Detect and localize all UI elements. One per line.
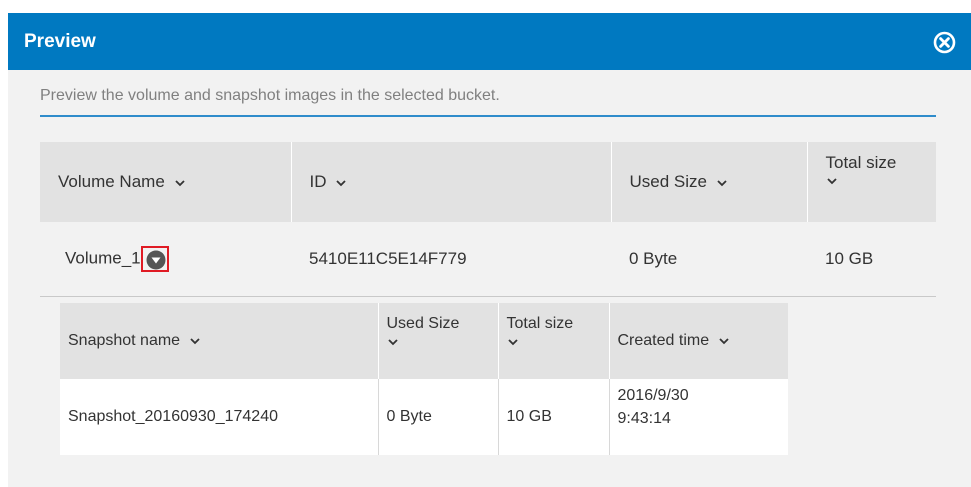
created-date: 2016/9/30 <box>617 387 689 404</box>
chevron-down-icon <box>718 338 729 345</box>
snapshot-table: Snapshot name Used Size Total size Creat… <box>60 303 788 455</box>
chevron-down-icon <box>189 338 200 345</box>
chevron-down-icon <box>507 339 518 346</box>
column-header-created-time[interactable]: Created time <box>609 303 788 379</box>
volume-name-cell: Volume_1 <box>40 222 291 297</box>
volume-id-cell: 5410E11C5E14F779 <box>291 222 611 297</box>
table-row[interactable]: Volume_1 5410E11C5E14F779 0 Byte 10 GB <box>40 222 936 297</box>
column-header-label: Created time <box>617 332 710 349</box>
snapshot-name-cell: Snapshot_20160930_174240 <box>60 379 379 455</box>
column-header-total-size[interactable]: Total size <box>498 303 610 379</box>
description-text: Preview the volume and snapshot images i… <box>40 87 500 104</box>
snapshot-total-size-cell: 10 GB <box>498 379 610 455</box>
volume-table: Volume Name ID Used Size Total size Volu… <box>40 142 936 297</box>
column-header-label: Used Size <box>386 315 460 332</box>
column-header-total-size[interactable]: Total size <box>807 142 936 222</box>
column-header-id[interactable]: ID <box>291 142 612 222</box>
volume-used-size-cell: 0 Byte <box>611 222 807 297</box>
chevron-down-icon <box>826 178 837 185</box>
column-header-label: Volume Name <box>58 172 165 191</box>
column-header-label: ID <box>309 172 327 191</box>
column-header-used-size[interactable]: Used Size <box>378 303 499 379</box>
chevron-down-icon <box>717 179 727 186</box>
column-header-used-size[interactable]: Used Size <box>611 142 808 222</box>
volume-name: Volume_1 <box>65 248 141 268</box>
volume-total-size-cell: 10 GB <box>807 222 936 297</box>
created-clock-time: 9:43:14 <box>617 410 671 427</box>
column-header-label: Total size <box>506 315 574 332</box>
column-header-label: Total size <box>825 153 897 172</box>
chevron-down-icon <box>174 179 185 186</box>
close-icon[interactable] <box>933 31 956 54</box>
expand-row-button[interactable] <box>140 245 169 272</box>
chevron-down-icon <box>336 179 346 186</box>
expand-down-circle-icon <box>146 250 166 270</box>
dialog-description: Preview the volume and snapshot images i… <box>40 86 936 117</box>
chevron-down-icon <box>387 339 398 346</box>
column-header-label: Snapshot name <box>68 332 181 349</box>
column-header-volume-name[interactable]: Volume Name <box>40 142 292 222</box>
snapshot-created-time-cell: 2016/9/30 9:43:14 <box>609 379 788 455</box>
dialog-title: Preview <box>24 31 96 52</box>
column-header-label: Used Size <box>629 172 707 191</box>
snapshot-table-header: Snapshot name Used Size Total size Creat… <box>60 303 788 379</box>
snapshot-panel: Snapshot name Used Size Total size Creat… <box>40 293 936 474</box>
volume-table-header: Volume Name ID Used Size Total size <box>40 142 936 222</box>
table-row[interactable]: Snapshot_20160930_174240 0 Byte 10 GB 20… <box>60 379 788 455</box>
dialog-titlebar: Preview <box>8 13 971 70</box>
column-header-snapshot-name[interactable]: Snapshot name <box>60 303 379 379</box>
snapshot-used-size-cell: 0 Byte <box>378 379 499 455</box>
